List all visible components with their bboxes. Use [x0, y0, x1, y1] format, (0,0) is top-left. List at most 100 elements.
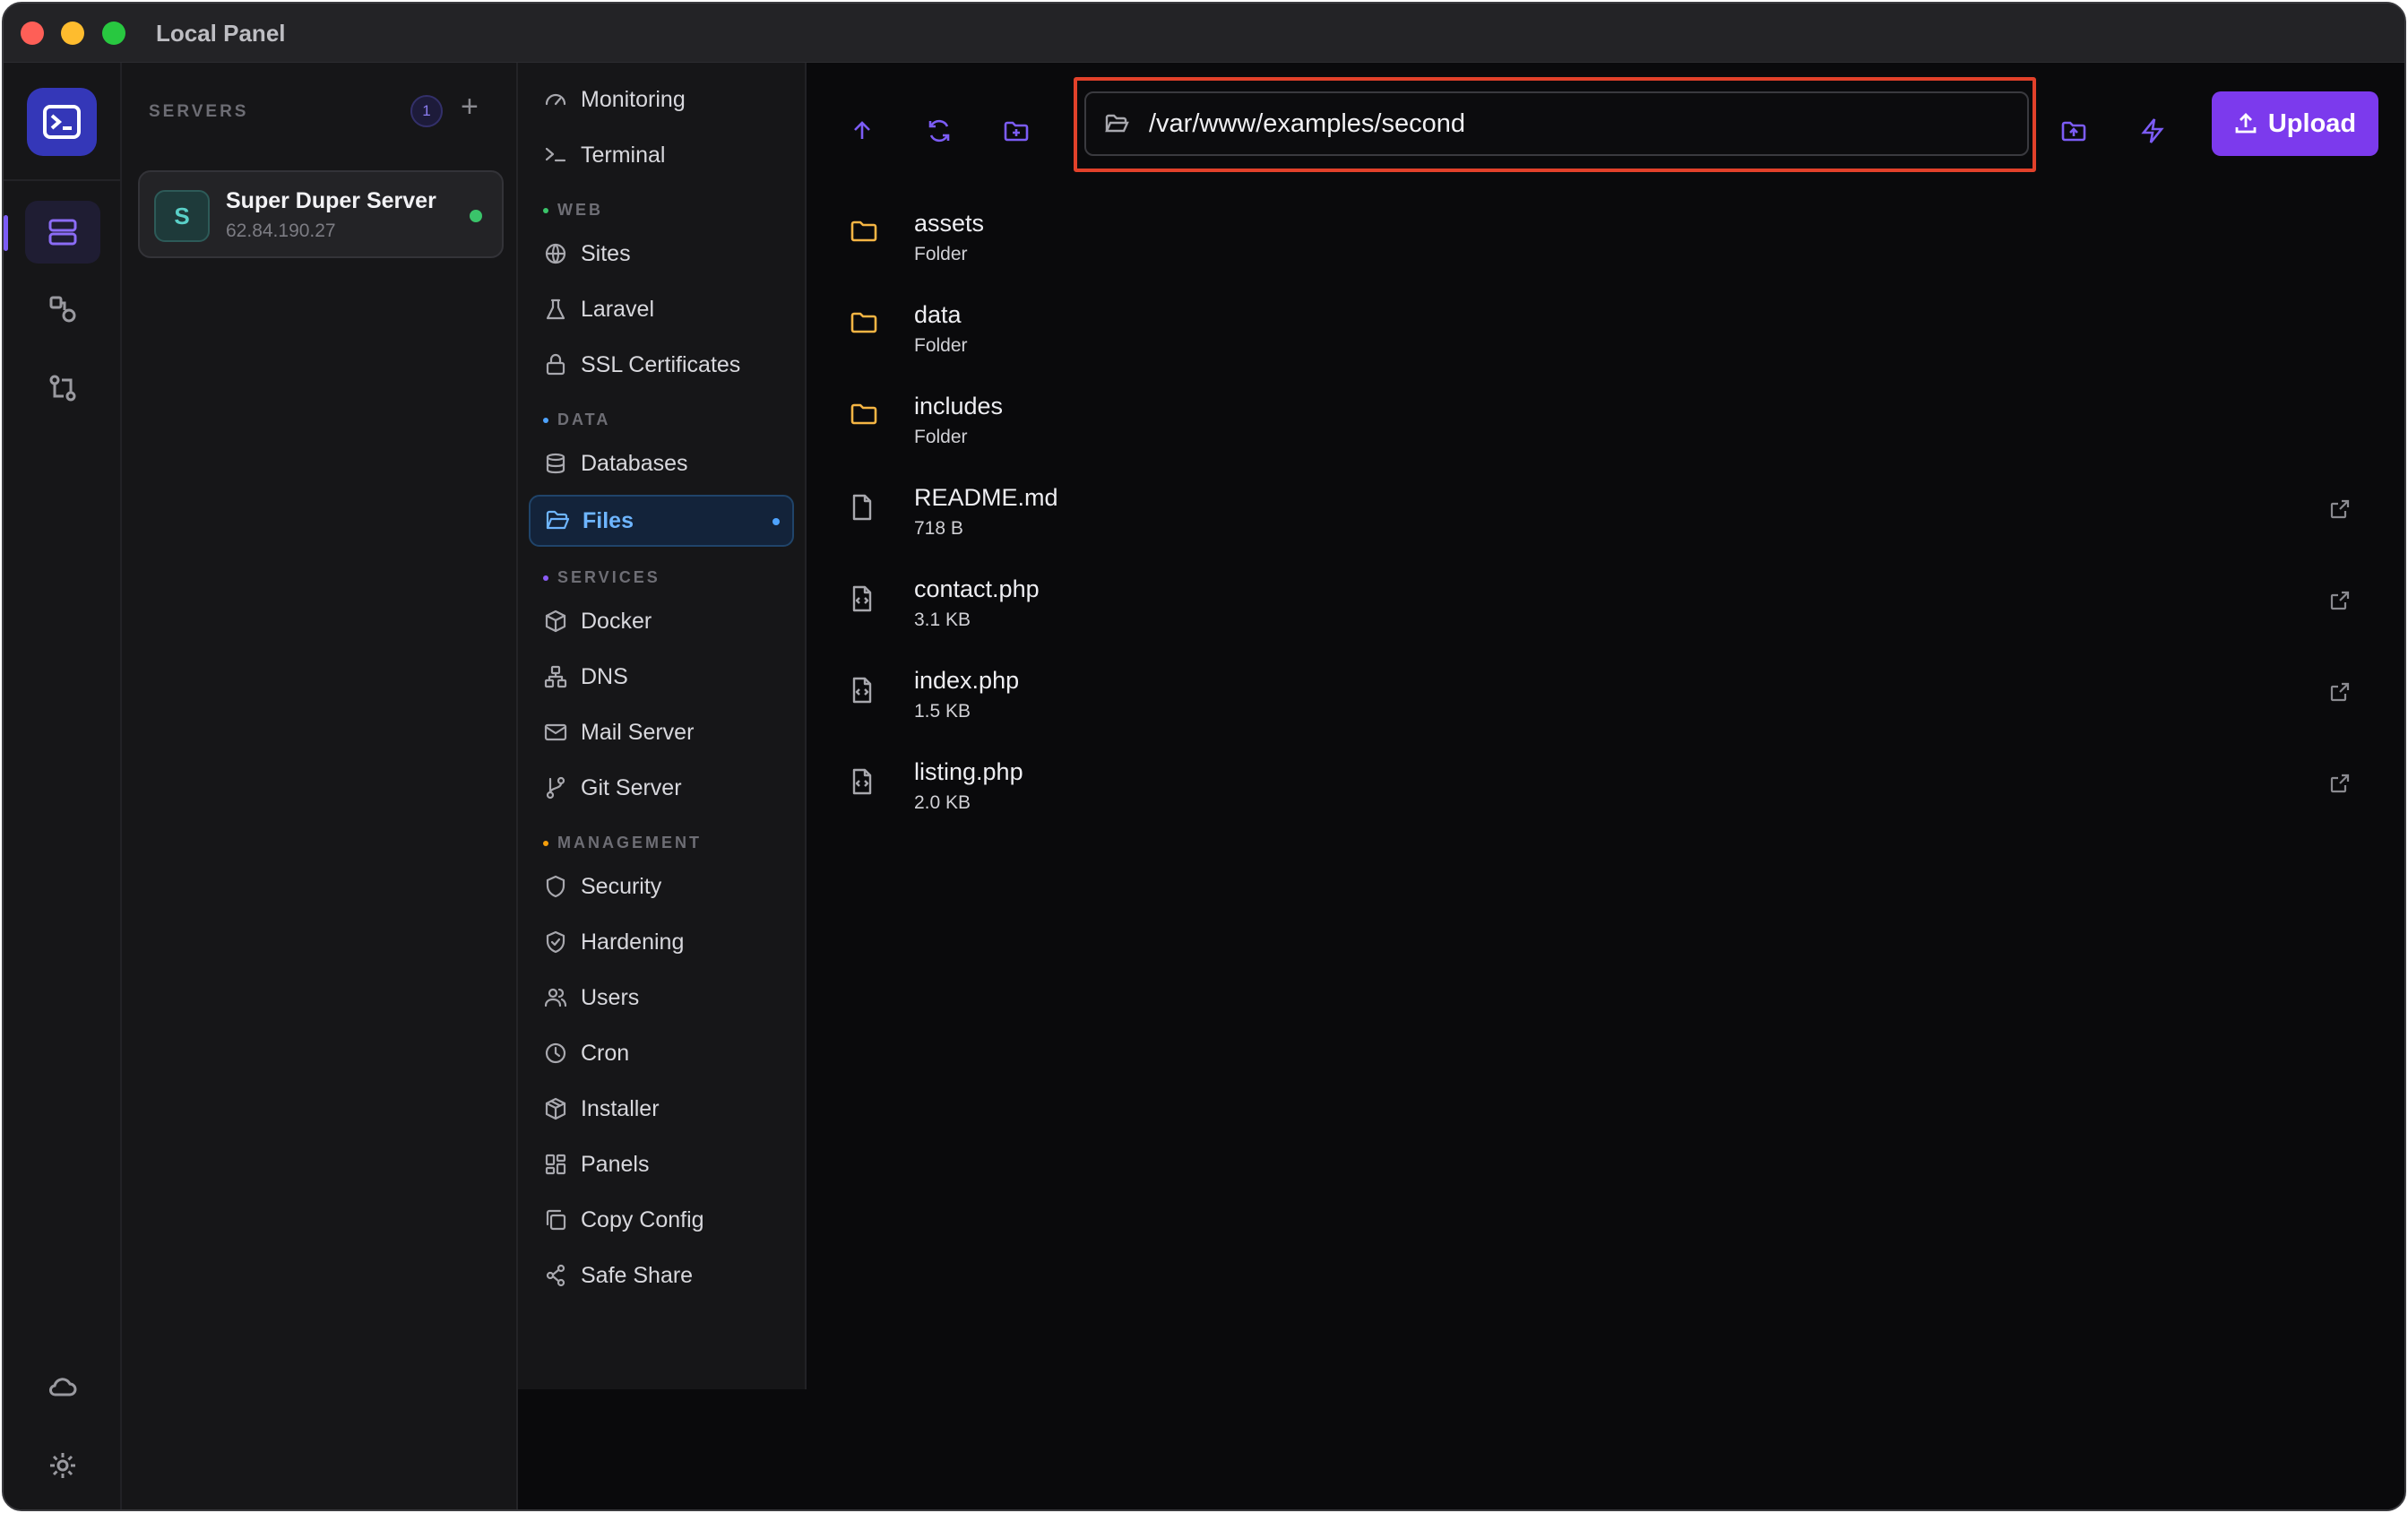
server-status-dot — [470, 210, 482, 222]
lock-icon — [543, 352, 581, 377]
upload-button[interactable]: Upload — [2212, 91, 2378, 156]
nav-item-security[interactable]: Security — [529, 860, 794, 912]
git-compare-rail-icon[interactable] — [25, 357, 100, 419]
file-meta: 718 B — [914, 518, 963, 539]
file-row-contact-php[interactable]: contact.php 3.1 KB — [807, 559, 2404, 651]
external-link-icon[interactable] — [2329, 773, 2351, 799]
new-folder-button[interactable] — [989, 104, 1043, 158]
nav-item-docker[interactable]: Docker — [529, 595, 794, 647]
file-manager: /var/www/examples/second Upload assets Fo… — [807, 63, 2404, 1509]
file-meta: Folder — [914, 427, 968, 447]
file-name: README.md — [914, 484, 1058, 511]
upload-folder-button[interactable] — [2047, 104, 2101, 158]
nav-item-git-server[interactable]: Git Server — [529, 762, 794, 814]
app-window: Local Panel SERVERS 1 + S Super Duper Se… — [2, 2, 2406, 1511]
servers-rail-icon[interactable] — [25, 201, 100, 264]
section-title: SERVICES — [557, 568, 660, 586]
nav-section-management: MANAGEMENT — [543, 834, 702, 852]
box-icon — [543, 1096, 581, 1121]
section-dot — [543, 207, 548, 213]
grid-icon — [543, 1152, 581, 1177]
nav-item-label: Installer — [581, 1095, 660, 1121]
path-input[interactable]: /var/www/examples/second — [1084, 91, 2029, 156]
nav-section-web: WEB — [543, 201, 603, 220]
git-branch-icon — [543, 775, 581, 800]
nav-item-label: Docker — [581, 608, 652, 634]
nav-item-label: Files — [583, 507, 634, 533]
file-row-listing-php[interactable]: listing.php 2.0 KB — [807, 742, 2404, 834]
minimize-window-button[interactable] — [61, 22, 84, 45]
file-row-data[interactable]: data Folder — [807, 285, 2404, 376]
close-window-button[interactable] — [21, 22, 44, 45]
icon-rail — [4, 63, 122, 1509]
servers-header: SERVERS — [149, 102, 249, 121]
nav-item-label: Databases — [581, 450, 688, 476]
shield-check-icon — [543, 929, 581, 955]
section-dot — [543, 417, 548, 423]
shapes-rail-icon[interactable] — [25, 278, 100, 341]
code-file-icon — [850, 584, 875, 618]
nav-item-label: Security — [581, 873, 662, 899]
nav-item-label: Sites — [581, 240, 631, 266]
file-name: assets — [914, 210, 985, 237]
refresh-button[interactable] — [912, 104, 966, 158]
nav-item-laravel[interactable]: Laravel — [529, 283, 794, 335]
window-title: Local Panel — [156, 20, 286, 47]
nav-item-cron[interactable]: Cron — [529, 1027, 794, 1079]
file-meta: 3.1 KB — [914, 610, 971, 630]
cloud-icon[interactable] — [25, 1355, 100, 1418]
nav-item-label: Mail Server — [581, 719, 695, 745]
file-name: includes — [914, 393, 1004, 419]
nav-item-mail-server[interactable]: Mail Server — [529, 706, 794, 758]
code-file-icon — [850, 767, 875, 800]
nav-item-panels[interactable]: Panels — [529, 1138, 794, 1190]
file-row-index-php[interactable]: index.php 1.5 KB — [807, 651, 2404, 742]
section-title: MANAGEMENT — [557, 834, 702, 852]
file-row-assets[interactable]: assets Folder — [807, 194, 2404, 285]
nav-item-databases[interactable]: Databases — [529, 437, 794, 489]
quick-action-bolt-icon[interactable] — [2126, 104, 2179, 158]
nav-item-installer[interactable]: Installer — [529, 1083, 794, 1135]
nav-item-files[interactable]: Files — [529, 495, 794, 547]
external-link-icon[interactable] — [2329, 681, 2351, 707]
nav-item-label: Monitoring — [581, 86, 686, 112]
nav-item-users[interactable]: Users — [529, 972, 794, 1024]
external-link-icon[interactable] — [2329, 590, 2351, 616]
nav-item-safe-share[interactable]: Safe Share — [529, 1249, 794, 1301]
app-logo-icon[interactable] — [27, 88, 97, 156]
nav-item-copy-config[interactable]: Copy Config — [529, 1194, 794, 1246]
file-name: data — [914, 301, 962, 328]
nav-item-monitoring[interactable]: Monitoring — [529, 73, 794, 125]
clock-icon — [543, 1041, 581, 1066]
mail-icon — [543, 720, 581, 745]
users-icon — [543, 985, 581, 1010]
copy-icon — [543, 1207, 581, 1232]
server-card[interactable]: S Super Duper Server 62.84.190.27 — [138, 170, 504, 258]
nav-item-terminal[interactable]: Terminal — [529, 129, 794, 181]
file-row-includes[interactable]: includes Folder — [807, 376, 2404, 468]
shield-icon — [543, 874, 581, 899]
maximize-window-button[interactable] — [102, 22, 125, 45]
nav-item-label: DNS — [581, 663, 628, 689]
folder-icon — [850, 402, 878, 431]
server-avatar: S — [154, 190, 210, 242]
nav-section-services: SERVICES — [543, 568, 660, 587]
servers-panel: SERVERS 1 + S Super Duper Server 62.84.1… — [122, 63, 518, 1509]
nav-item-hardening[interactable]: Hardening — [529, 916, 794, 968]
network-icon — [543, 664, 581, 689]
add-server-button[interactable]: + — [461, 90, 479, 125]
external-link-icon[interactable] — [2329, 498, 2351, 524]
nav-item-label: Panels — [581, 1151, 650, 1177]
nav-item-dns[interactable]: DNS — [529, 651, 794, 703]
section-title: DATA — [557, 411, 611, 428]
file-row-readme-md[interactable]: README.md 718 B — [807, 468, 2404, 559]
nav-item-sites[interactable]: Sites — [529, 228, 794, 280]
nav-item-ssl-certificates[interactable]: SSL Certificates — [529, 339, 794, 391]
path-text: /var/www/examples/second — [1149, 108, 1465, 138]
section-dot — [543, 575, 548, 581]
parent-directory-button[interactable] — [835, 104, 889, 158]
database-icon — [543, 451, 581, 476]
nav-item-label: Laravel — [581, 296, 654, 322]
settings-gear-icon[interactable] — [25, 1434, 100, 1497]
nav-section-data: DATA — [543, 411, 610, 429]
